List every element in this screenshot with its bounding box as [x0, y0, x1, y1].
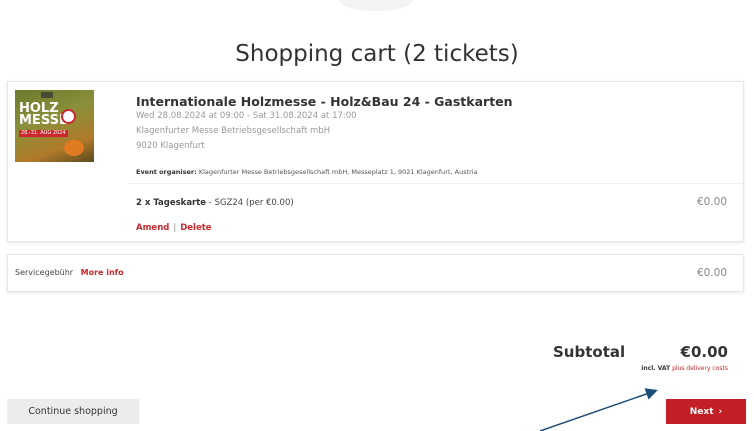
delivery-costs-link[interactable]: plus delivery costs	[672, 365, 728, 372]
next-button[interactable]: Next ›	[666, 399, 746, 424]
thumbnail-logo-mark	[41, 92, 53, 98]
amend-link[interactable]: Amend	[136, 223, 169, 233]
event-title[interactable]: Internationale Holzmesse - Holz&Bau 24 -…	[136, 94, 513, 109]
subtotal-value: €0.00	[680, 343, 728, 361]
event-thumbnail[interactable]: HOLZ MESSE 28.-31. AUG 2024	[15, 90, 94, 162]
top-tab-handle	[339, 0, 413, 11]
thumbnail-dates: 28.-31. AUG 2024	[19, 130, 68, 137]
service-fee-row: Servicegebühr More info €0.00	[7, 254, 744, 292]
ticket-per-price: (per €0.00)	[245, 198, 294, 208]
chevron-right-icon: ›	[718, 406, 723, 417]
service-fee-label: Servicegebühr	[15, 268, 74, 277]
ticket-price: €0.00	[696, 196, 727, 208]
service-fee-label-group: Servicegebühr More info	[15, 268, 124, 277]
subtotal-label: Subtotal	[553, 343, 626, 361]
action-separator: |	[173, 223, 177, 233]
ticket-line: 2 x Tageskarte - SGZ24 (per €0.00)	[136, 198, 294, 208]
delete-link[interactable]: Delete	[180, 223, 211, 233]
item-divider	[128, 183, 743, 184]
vat-prefix: incl. VAT	[641, 365, 671, 372]
event-venue: Klagenfurter Messe Betriebsgesellschaft …	[136, 126, 331, 136]
thumbnail-pumpkin-icon	[64, 140, 84, 156]
organiser-value: Klagenfurter Messe Betriebsgesellschaft …	[198, 168, 478, 176]
vat-note: incl. VAT plus delivery costs	[641, 365, 728, 372]
next-button-label: Next	[689, 406, 714, 417]
service-fee-price: €0.00	[696, 267, 727, 279]
organiser-label: Event organiser:	[136, 168, 197, 176]
ticket-name: 2 x Tageskarte	[136, 198, 207, 208]
event-organiser: Event organiser: Klagenfurter Messe Betr…	[136, 168, 478, 176]
ticket-code: SGZ24	[214, 198, 244, 208]
continue-shopping-button[interactable]: Continue shopping	[7, 399, 139, 424]
event-cart-item: HOLZ MESSE 28.-31. AUG 2024 Internationa…	[7, 81, 744, 242]
page-title: Shopping cart (2 tickets)	[235, 41, 519, 68]
thumbnail-badge-icon	[61, 109, 76, 124]
more-info-link[interactable]: More info	[81, 268, 124, 277]
ticket-actions: Amend | Delete	[136, 223, 212, 233]
event-date-range: Wed 28.08.2024 at 09:00 - Sat 31.08.2024…	[136, 111, 357, 121]
event-city: 9020 Klagenfurt	[136, 141, 205, 151]
